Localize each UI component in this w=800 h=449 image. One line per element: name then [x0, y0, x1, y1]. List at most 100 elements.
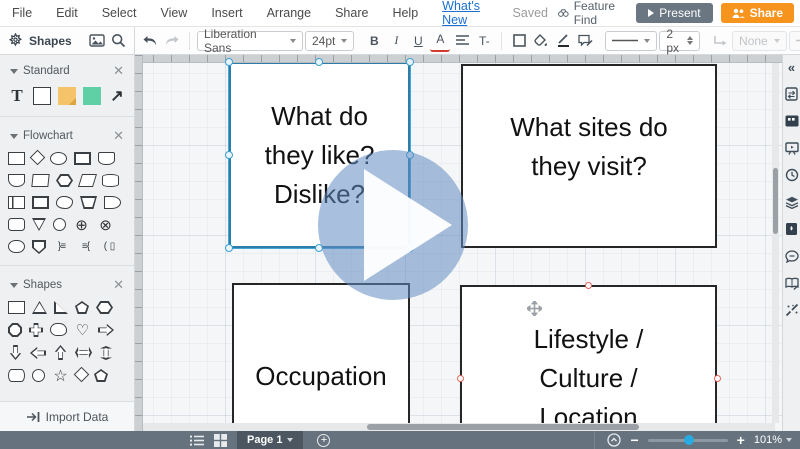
shape-style-button[interactable]: [509, 30, 529, 52]
cloud-shape[interactable]: [50, 323, 67, 336]
bold-button[interactable]: B: [364, 30, 384, 52]
manual-input-shape[interactable]: [80, 196, 97, 209]
section-shapes-header[interactable]: Shapes ✕: [0, 269, 134, 297]
display-shape[interactable]: [98, 152, 115, 165]
process-bold-shape[interactable]: [32, 196, 49, 209]
magic-wand-icon[interactable]: [784, 302, 800, 318]
text-color-button[interactable]: A: [430, 30, 450, 52]
selection-handle-n[interactable]: [315, 58, 323, 66]
internal-storage-shape[interactable]: [8, 196, 25, 209]
connector-shape[interactable]: [53, 218, 66, 231]
delay-shape[interactable]: [104, 196, 121, 209]
process-shape[interactable]: [8, 152, 25, 165]
circle-shape[interactable]: [32, 369, 45, 382]
star-shape[interactable]: [52, 369, 69, 382]
color-square-shape[interactable]: [83, 87, 101, 105]
page-selector[interactable]: Page 1: [237, 431, 303, 449]
tape-shape[interactable]: [56, 196, 73, 209]
revision-history-icon[interactable]: [784, 167, 800, 183]
text-tool-shape[interactable]: [8, 87, 26, 105]
close-standard-icon[interactable]: ✕: [113, 63, 124, 79]
line-width-stepper[interactable]: 2 px: [659, 31, 700, 51]
shape-occupation[interactable]: Occupation: [232, 283, 410, 431]
sticky-note-shape[interactable]: [58, 87, 76, 105]
connector-type-icon[interactable]: [710, 30, 730, 52]
preparation-shape[interactable]: [56, 174, 73, 187]
database-shape[interactable]: [102, 174, 119, 187]
notes-card-icon[interactable]: [784, 113, 800, 129]
paren-note-shape[interactable]: [101, 240, 118, 253]
video-play-button[interactable]: [318, 150, 468, 300]
menu-edit[interactable]: Edit: [44, 6, 90, 20]
hexagon-shape[interactable]: [96, 301, 113, 314]
heart-shape[interactable]: [74, 323, 91, 336]
add-page-button[interactable]: +: [317, 434, 330, 447]
underline-button[interactable]: U: [408, 30, 428, 52]
image-icon[interactable]: [89, 34, 105, 47]
document-shape[interactable]: [8, 174, 25, 187]
zoom-in-button[interactable]: +: [737, 432, 745, 448]
brace-left-shape[interactable]: [77, 240, 94, 253]
manual-operation-shape[interactable]: [31, 174, 49, 187]
rectangle-shape[interactable]: [33, 87, 51, 105]
stored-data-shape[interactable]: [8, 240, 25, 253]
font-family-select[interactable]: Liberation Sans: [197, 31, 303, 51]
canvas-vertical-scrollbar[interactable]: [772, 63, 779, 423]
redo-button[interactable]: [162, 30, 182, 52]
font-size-select[interactable]: 24pt: [305, 31, 354, 51]
line-style-select[interactable]: [605, 31, 657, 51]
data-io-shape[interactable]: [78, 174, 97, 187]
fill-color-button[interactable]: [531, 30, 551, 52]
shape-lifestyle[interactable]: Lifestyle / Culture / Location: [460, 285, 717, 431]
close-flowchart-icon[interactable]: ✕: [113, 128, 124, 144]
import-data-button[interactable]: Import Data: [0, 401, 134, 431]
card-shape[interactable]: [8, 218, 25, 231]
cross-shape[interactable]: [29, 323, 43, 337]
italic-button[interactable]: I: [386, 30, 406, 52]
zoom-out-button[interactable]: −: [630, 432, 638, 448]
conditional-format-icon[interactable]: [575, 30, 595, 52]
menu-arrange[interactable]: Arrange: [255, 6, 323, 20]
octagon-shape[interactable]: [8, 323, 22, 337]
menu-file[interactable]: File: [0, 6, 44, 20]
right-triangle-shape[interactable]: [54, 301, 68, 314]
present-button[interactable]: Present: [636, 3, 712, 23]
collapse-dock-icon[interactable]: [607, 433, 621, 447]
shape-what-sites[interactable]: What sites do they visit?: [461, 64, 717, 248]
brace-right-shape[interactable]: [53, 240, 70, 253]
terminator-shape[interactable]: [50, 152, 67, 165]
document-settings-icon[interactable]: [784, 86, 800, 102]
arrow-right-shape[interactable]: [98, 323, 114, 337]
summing-junction-shape[interactable]: [97, 218, 114, 231]
share-button[interactable]: Share: [721, 3, 794, 23]
section-flowchart-header[interactable]: Flowchart ✕: [0, 120, 134, 148]
menu-help[interactable]: Help: [380, 6, 430, 20]
selection-handle-sw[interactable]: [225, 244, 233, 252]
section-standard-header[interactable]: Standard ✕: [0, 55, 134, 83]
arrow-down-shape[interactable]: [9, 345, 22, 360]
line-start-select[interactable]: None: [732, 31, 787, 51]
arrow-up-shape[interactable]: [54, 345, 67, 360]
present-mode-icon[interactable]: [784, 140, 800, 156]
arrow-up-down-shape[interactable]: [99, 346, 113, 360]
page-list-icon[interactable]: [190, 435, 204, 446]
canvas-horizontal-scrollbar[interactable]: [143, 423, 775, 431]
comments-icon[interactable]: [784, 248, 800, 264]
shapes-gear-icon[interactable]: [8, 33, 23, 48]
line-color-button[interactable]: [553, 30, 573, 52]
feature-find-button[interactable]: Feature Find: [558, 0, 622, 27]
text-options-button[interactable]: T-: [474, 30, 494, 52]
or-junction-shape[interactable]: [73, 218, 90, 231]
merge-shape[interactable]: [32, 218, 46, 231]
pentagon-shape[interactable]: [75, 301, 89, 314]
zoom-slider[interactable]: [648, 439, 728, 442]
selection-handle-ne[interactable]: [406, 58, 414, 66]
zoom-slider-knob[interactable]: [684, 435, 694, 445]
connection-point-right[interactable]: [714, 375, 721, 382]
search-icon[interactable]: [111, 33, 126, 48]
arrow-left-right-shape[interactable]: [75, 346, 92, 359]
process-bold-shape[interactable]: [74, 152, 91, 165]
horizontal-cylinder-shape[interactable]: [8, 369, 25, 382]
menu-share[interactable]: Share: [323, 6, 380, 20]
line-arrow-shape[interactable]: [108, 87, 126, 105]
